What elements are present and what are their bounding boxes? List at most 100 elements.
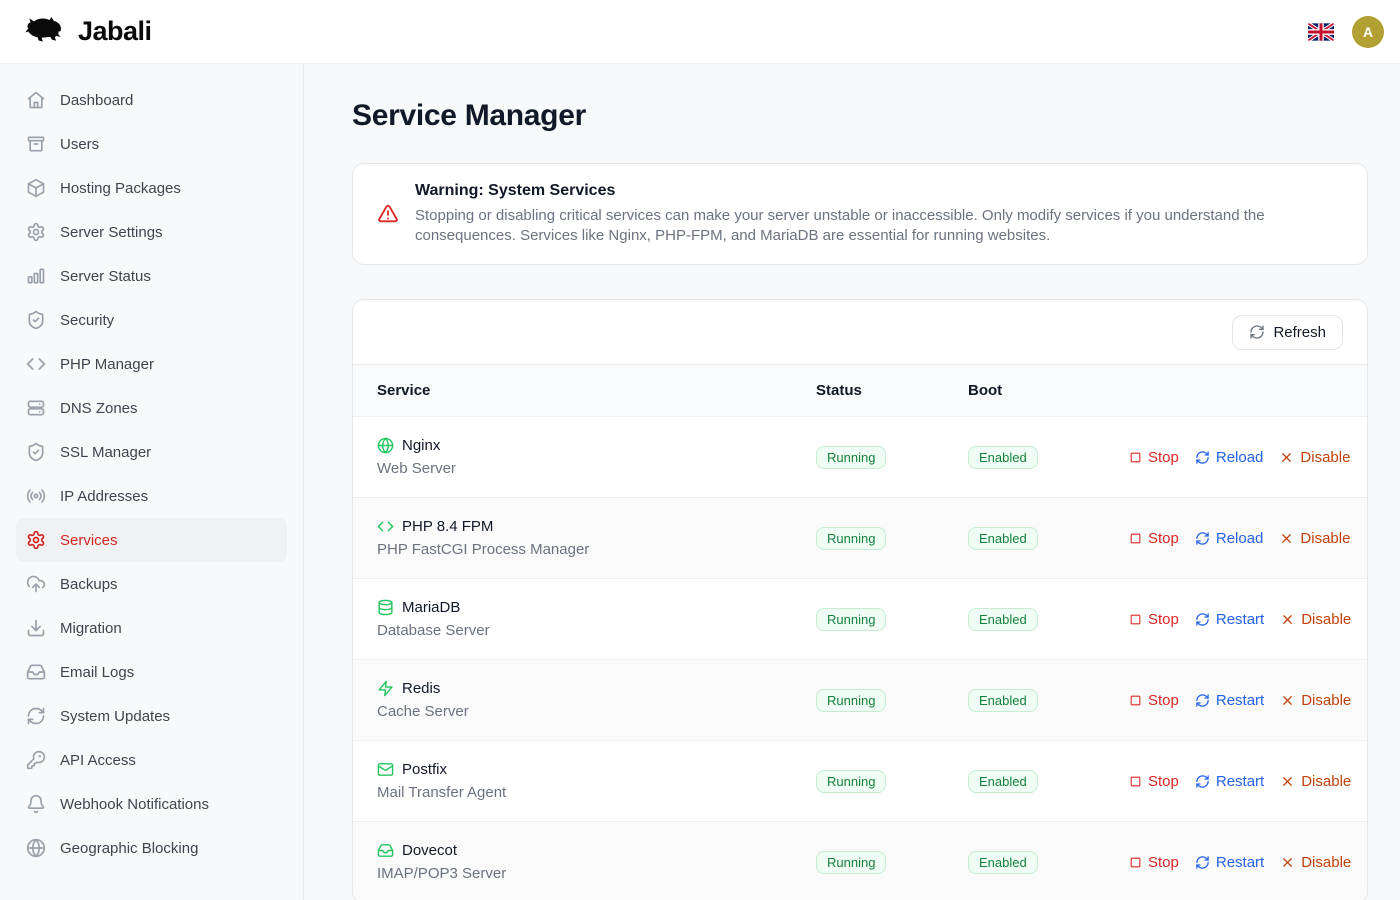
boot-badge: Enabled (968, 689, 1038, 712)
square-stop-icon (1129, 451, 1142, 464)
refresh-icon (26, 706, 46, 726)
column-header-service: Service (377, 382, 816, 399)
sidebar-item-ip-addresses[interactable]: IP Addresses (16, 474, 287, 518)
sidebar-item-label: Hosting Packages (60, 180, 181, 197)
refresh-icon (1195, 612, 1210, 627)
radio-icon (26, 486, 46, 506)
alert-triangle-icon (377, 203, 399, 225)
sidebar-item-php-manager[interactable]: PHP Manager (16, 342, 287, 386)
sidebar-item-api-access[interactable]: API Access (16, 738, 287, 782)
inbox-icon (26, 662, 46, 682)
status-badge: Running (816, 851, 886, 874)
service-name: PHP 8.4 FPM (402, 518, 493, 535)
table-row-dovecot: Dovecot IMAP/POP3 Server Running Enabled… (353, 822, 1367, 900)
sidebar-item-system-updates[interactable]: System Updates (16, 694, 287, 738)
sidebar-item-migration[interactable]: Migration (16, 606, 287, 650)
sidebar-item-backups[interactable]: Backups (16, 562, 287, 606)
x-icon (1280, 774, 1295, 789)
uk-flag-icon[interactable] (1308, 23, 1334, 41)
sidebar-item-label: Services (60, 532, 118, 549)
sidebar-item-label: Migration (60, 620, 122, 637)
settings-icon (26, 222, 46, 242)
disable-dovecot-button[interactable]: Disable (1280, 854, 1351, 871)
row-actions: Stop Restart Disable (1129, 611, 1351, 628)
table-row-mariadb: MariaDB Database Server Running Enabled … (353, 579, 1367, 660)
service-name: Nginx (402, 437, 440, 454)
table-row-nginx: Nginx Web Server Running Enabled Stop Rel… (353, 417, 1367, 498)
table-row-postfix: Postfix Mail Transfer Agent Running Enab… (353, 741, 1367, 822)
status-badge: Running (816, 608, 886, 631)
restart-postfix-button[interactable]: Restart (1195, 773, 1264, 790)
stop-mariadb-button[interactable]: Stop (1129, 611, 1179, 628)
stop-redis-button[interactable]: Stop (1129, 692, 1179, 709)
reload-nginx-button[interactable]: Reload (1195, 449, 1264, 466)
service-description: Database Server (377, 622, 816, 639)
table-row-php-8-4-fpm: PHP 8.4 FPM PHP FastCGI Process Manager … (353, 498, 1367, 579)
database-icon (377, 599, 394, 616)
refresh-label: Refresh (1273, 324, 1326, 341)
sidebar-item-services[interactable]: Services (16, 518, 287, 562)
sidebar-item-server-settings[interactable]: Server Settings (16, 210, 287, 254)
sidebar-item-ssl-manager[interactable]: SSL Manager (16, 430, 287, 474)
refresh-icon (1195, 855, 1210, 870)
sidebar-item-hosting-packages[interactable]: Hosting Packages (16, 166, 287, 210)
x-icon (1280, 693, 1295, 708)
sidebar-item-users[interactable]: Users (16, 122, 287, 166)
service-name: Dovecot (402, 842, 457, 859)
x-icon (1279, 531, 1294, 546)
x-icon (1280, 612, 1295, 627)
bell-icon (26, 794, 46, 814)
boot-badge: Enabled (968, 527, 1038, 550)
key-icon (26, 750, 46, 770)
reload-php-8-4-fpm-button[interactable]: Reload (1195, 530, 1264, 547)
square-stop-icon (1129, 613, 1142, 626)
stop-nginx-button[interactable]: Stop (1129, 449, 1179, 466)
sidebar-item-webhook-notifications[interactable]: Webhook Notifications (16, 782, 287, 826)
avatar[interactable]: A (1352, 16, 1384, 48)
disable-mariadb-button[interactable]: Disable (1280, 611, 1351, 628)
disable-nginx-button[interactable]: Disable (1279, 449, 1350, 466)
row-actions: Stop Reload Disable (1129, 530, 1350, 547)
sidebar-item-email-logs[interactable]: Email Logs (16, 650, 287, 694)
warning-banner: Warning: System Services Stopping or dis… (352, 163, 1368, 265)
sidebar-item-dns-zones[interactable]: DNS Zones (16, 386, 287, 430)
refresh-icon (1195, 531, 1210, 546)
warning-title: Warning: System Services (415, 182, 1343, 200)
refresh-icon (1249, 324, 1265, 340)
disable-redis-button[interactable]: Disable (1280, 692, 1351, 709)
code-icon (26, 354, 46, 374)
x-icon (1279, 450, 1294, 465)
refresh-button[interactable]: Refresh (1232, 315, 1343, 350)
sidebar-item-geographic-blocking[interactable]: Geographic Blocking (16, 826, 287, 870)
disable-php-8-4-fpm-button[interactable]: Disable (1279, 530, 1350, 547)
restart-redis-button[interactable]: Restart (1195, 692, 1264, 709)
table-header: Service Status Boot (353, 365, 1367, 417)
stop-dovecot-button[interactable]: Stop (1129, 854, 1179, 871)
status-badge: Running (816, 770, 886, 793)
service-description: Mail Transfer Agent (377, 784, 816, 801)
column-header-boot: Boot (968, 382, 1129, 399)
status-badge: Running (816, 527, 886, 550)
stop-php-8-4-fpm-button[interactable]: Stop (1129, 530, 1179, 547)
sidebar: Dashboard Users Hosting Packages Server … (0, 64, 304, 900)
sidebar-item-label: SSL Manager (60, 444, 151, 461)
boot-badge: Enabled (968, 851, 1038, 874)
sidebar-item-label: Dashboard (60, 92, 133, 109)
stop-postfix-button[interactable]: Stop (1129, 773, 1179, 790)
sidebar-item-label: Geographic Blocking (60, 840, 198, 857)
restart-mariadb-button[interactable]: Restart (1195, 611, 1264, 628)
sidebar-item-server-status[interactable]: Server Status (16, 254, 287, 298)
sidebar-item-label: Server Status (60, 268, 151, 285)
sidebar-item-security[interactable]: Security (16, 298, 287, 342)
square-stop-icon (1129, 856, 1142, 869)
sidebar-item-dashboard[interactable]: Dashboard (16, 78, 287, 122)
boot-badge: Enabled (968, 446, 1038, 469)
disable-postfix-button[interactable]: Disable (1280, 773, 1351, 790)
service-description: Web Server (377, 460, 816, 477)
sidebar-item-label: Webhook Notifications (60, 796, 209, 813)
boot-badge: Enabled (968, 770, 1038, 793)
restart-dovecot-button[interactable]: Restart (1195, 854, 1264, 871)
warning-body: Stopping or disabling critical services … (415, 206, 1343, 246)
settings-icon (26, 530, 46, 550)
status-badge: Running (816, 446, 886, 469)
